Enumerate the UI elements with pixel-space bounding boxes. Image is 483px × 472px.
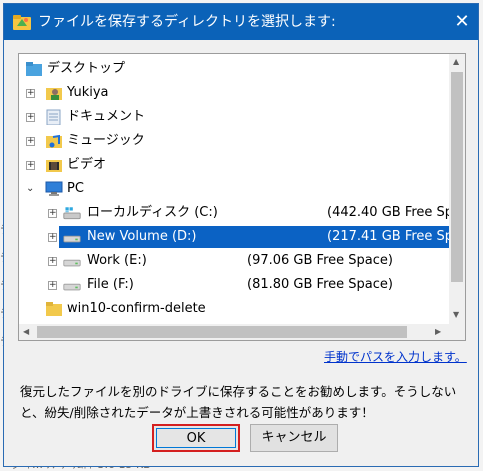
expand-plus-icon[interactable]: +: [26, 89, 35, 98]
tree-node-video[interactable]: + ビデオ: [23, 154, 443, 176]
documents-icon: [46, 109, 61, 125]
cancel-label: キャンセル: [261, 430, 327, 445]
collapse-arrow-icon[interactable]: ⌄: [26, 178, 34, 200]
tree-node-label: New Volume (D:): [87, 229, 197, 244]
expand-plus-icon[interactable]: +: [48, 281, 57, 290]
ok-label: OK: [186, 431, 206, 446]
free-space-text: (442.40 GB Free Sp: [327, 205, 454, 220]
tree-node-label: Yukiya: [67, 85, 109, 100]
close-icon: ✕: [454, 11, 470, 32]
tree-node-documents[interactable]: + ドキュメント: [23, 106, 443, 128]
folder-icon: [46, 302, 62, 316]
horizontal-scroll-thumb[interactable]: [37, 326, 407, 338]
close-button[interactable]: ✕: [450, 10, 474, 34]
tree-node-desktop[interactable]: デスクトップ: [23, 58, 443, 80]
tree-node-drive-e[interactable]: + Work (E:) (97.06 GB Free Space): [23, 250, 449, 272]
tree-node-drive-d[interactable]: + New Volume (D:) (217.41 GB Free Sp: [48, 226, 453, 248]
tree-node-folder[interactable]: win10-confirm-delete: [23, 298, 443, 320]
notice-text: 復元したファイルを別のドライブに保存することをお勧めします。そうしないと、紛失/…: [20, 384, 457, 420]
drive-icon: [63, 235, 81, 243]
cancel-button[interactable]: キャンセル: [250, 424, 338, 452]
scroll-left-icon[interactable]: ◀: [23, 327, 29, 336]
windows-drive-icon: [63, 207, 81, 220]
vertical-scrollbar[interactable]: ▲ ▼: [449, 54, 465, 324]
tree-node-label: ローカルディスク (C:): [87, 205, 218, 220]
tree-node-label: Work (E:): [87, 253, 147, 268]
tree-view: デスクトップ + Yukiya + ドキュメント + ミュージック + ビデオ …: [19, 54, 453, 324]
music-icon: [46, 134, 62, 148]
expand-plus-icon[interactable]: +: [48, 209, 57, 218]
tree-node-pc[interactable]: ⌄ PC: [23, 178, 443, 200]
tree-node-label: PC: [67, 181, 84, 196]
scroll-down-icon[interactable]: ▼: [453, 310, 459, 319]
scroll-corner: [449, 324, 465, 340]
expand-plus-icon[interactable]: +: [48, 233, 57, 242]
expand-plus-icon[interactable]: +: [26, 137, 35, 146]
tree-node-label: ドキュメント: [67, 109, 146, 124]
ok-button[interactable]: OK: [152, 424, 240, 452]
user-folder-icon: [46, 88, 62, 100]
tree-node-label: ミュージック: [67, 133, 145, 148]
directory-tree: デスクトップ + Yukiya + ドキュメント + ミュージック + ビデオ …: [18, 53, 466, 341]
tree-node-label: win10-confirm-delete: [67, 301, 206, 316]
video-icon: [46, 160, 62, 172]
expand-plus-icon[interactable]: +: [48, 257, 57, 266]
manual-path-link[interactable]: 手動でパスを入力します。: [324, 348, 467, 365]
drive-icon: [63, 259, 81, 267]
app-logo-icon: [13, 15, 31, 30]
tree-node-label: ビデオ: [67, 157, 107, 172]
drive-icon: [63, 283, 81, 291]
tree-node-label: デスクトップ: [47, 61, 126, 76]
tree-node-label: File (F:): [87, 277, 134, 292]
expand-plus-icon[interactable]: +: [26, 161, 35, 170]
dialog-title: ファイルを保存するディレクトリを選択します:: [38, 14, 336, 30]
tree-node-yukiya[interactable]: + Yukiya: [23, 82, 443, 104]
tree-node-drive-c[interactable]: + ローカルディスク (C:) (442.40 GB Free Sp: [23, 202, 453, 224]
desktop-folder-icon: [26, 62, 42, 76]
horizontal-scrollbar[interactable]: ◀ ▶: [19, 324, 449, 340]
vertical-scroll-thumb[interactable]: [451, 72, 463, 282]
tree-node-music[interactable]: + ミュージック: [23, 130, 443, 152]
pc-icon: [45, 181, 63, 196]
tree-node-drive-f[interactable]: + File (F:) (81.80 GB Free Space): [23, 274, 449, 296]
free-space-text: (81.80 GB Free Space): [247, 277, 393, 292]
titlebar: ファイルを保存するディレクトリを選択します: ✕: [4, 4, 478, 40]
free-space-text: (217.41 GB Free Sp: [327, 229, 454, 244]
scroll-up-icon[interactable]: ▲: [453, 57, 459, 66]
save-directory-dialog: ファイルを保存するディレクトリを選択します: ✕ デスクトップ + Yukiya…: [3, 3, 479, 467]
scroll-right-icon[interactable]: ▶: [435, 327, 441, 336]
expand-plus-icon[interactable]: +: [26, 113, 35, 122]
free-space-text: (97.06 GB Free Space): [247, 253, 393, 268]
